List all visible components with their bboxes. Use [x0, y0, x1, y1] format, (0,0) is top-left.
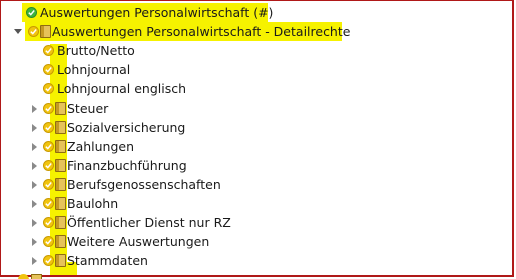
expand-icon[interactable]	[32, 237, 37, 246]
expand-icon[interactable]	[32, 180, 37, 189]
expand-icon[interactable]	[32, 123, 37, 132]
expand-icon[interactable]	[32, 218, 37, 227]
tree-partial-row	[18, 274, 78, 279]
tree-folder-label: Baulohn	[67, 196, 119, 211]
expand-icon[interactable]	[32, 256, 37, 265]
yellow-check-icon	[43, 160, 54, 171]
yellow-check-icon	[43, 141, 54, 152]
tree-group-node[interactable]: Auswertungen Personalwirtschaft - Detail…	[14, 22, 350, 41]
book-icon	[55, 140, 66, 153]
book-icon	[55, 254, 66, 267]
tree-folder-item[interactable]: Berufsgenossenschaften	[32, 175, 221, 194]
tree-leaf-item[interactable]: Brutto/Netto	[43, 41, 135, 60]
yellow-check-icon	[43, 45, 54, 56]
expand-icon[interactable]	[32, 142, 37, 151]
tree-folder-label: Stammdaten	[67, 253, 148, 268]
tree-leaf-item[interactable]: Lohnjournal	[43, 60, 130, 79]
book-icon	[55, 197, 66, 210]
tree-folder-item[interactable]: Weitere Auswertungen	[32, 232, 209, 251]
tree-folder-item[interactable]: Baulohn	[32, 194, 118, 213]
yellow-check-icon	[43, 236, 54, 247]
expand-icon[interactable]	[32, 199, 37, 208]
book-icon	[55, 159, 66, 172]
yellow-check-icon	[28, 26, 39, 37]
tree-leaf-label: Lohnjournal englisch	[57, 81, 187, 96]
tree-folder-item[interactable]: Sozialversicherung	[32, 118, 185, 137]
tree-folder-label: Zahlungen	[67, 139, 135, 154]
yellow-check-icon	[43, 122, 54, 133]
yellow-check-icon	[43, 198, 54, 209]
book-icon	[55, 216, 66, 229]
expand-icon[interactable]	[32, 104, 37, 113]
tree-leaf-label: Lohnjournal	[57, 62, 131, 77]
book-icon	[55, 178, 66, 191]
tree-folder-item[interactable]: Steuer	[32, 99, 108, 118]
collapse-icon[interactable]	[14, 29, 22, 34]
tree-leaf-item[interactable]: Lohnjournal englisch	[43, 79, 186, 98]
tree-root-label: Auswertungen Personalwirtschaft (#)	[40, 5, 274, 20]
tree-folder-label: Öffentlicher Dienst nur RZ	[67, 215, 231, 230]
tree-folder-label: Weitere Auswertungen	[67, 234, 210, 249]
tree-leaf-label: Brutto/Netto	[57, 43, 135, 58]
tree-folder-item[interactable]: Öffentlicher Dienst nur RZ	[32, 213, 231, 232]
tree-root-node[interactable]: Auswertungen Personalwirtschaft (#)	[26, 3, 273, 22]
tree-folder-label: Finanzbuchführung	[67, 158, 187, 173]
tree-folder-item[interactable]: Finanzbuchführung	[32, 156, 187, 175]
yellow-check-icon	[43, 103, 54, 114]
tree-folder-item[interactable]: Zahlungen	[32, 137, 134, 156]
tree-folder-item[interactable]: Stammdaten	[32, 251, 148, 270]
expand-icon[interactable]	[32, 161, 37, 170]
book-icon	[55, 235, 66, 248]
green-check-icon	[26, 7, 37, 18]
book-icon	[40, 25, 51, 38]
yellow-check-icon	[43, 255, 54, 266]
tree-folder-label: Steuer	[67, 101, 109, 116]
yellow-check-icon	[43, 217, 54, 228]
tree-folder-label: Sozialversicherung	[67, 120, 186, 135]
yellow-check-icon	[43, 179, 54, 190]
book-icon	[55, 121, 66, 134]
yellow-check-icon	[43, 83, 54, 94]
yellow-check-icon	[43, 64, 54, 75]
tree-group-label: Auswertungen Personalwirtschaft - Detail…	[52, 24, 351, 39]
book-icon	[55, 102, 66, 115]
tree-folder-label: Berufsgenossenschaften	[67, 177, 221, 192]
